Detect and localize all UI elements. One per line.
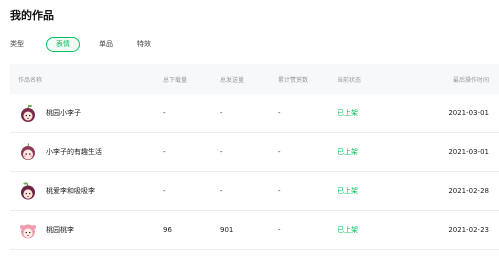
plum-girl-icon: [18, 103, 38, 123]
reward-count: -: [278, 148, 281, 156]
peach-girl-icon: [18, 220, 38, 240]
status-badge: 已上架: [337, 187, 358, 195]
reward-count: -: [278, 187, 281, 195]
last-op-time: 2021-02-28: [448, 187, 489, 195]
work-name[interactable]: 桃园桃李: [46, 225, 74, 235]
type-filter: 类型 表情 单品 特效: [10, 36, 170, 52]
work-name[interactable]: 桃爱李和吸吸李: [46, 186, 95, 196]
works-table: 作品名称 总下载量 总发送量 累计赞赏数 当前状态 最后操作时间 桃园小李子 -…: [10, 64, 499, 250]
table-row[interactable]: 桃爱李和吸吸李 - - - 已上架 2021-02-28: [10, 172, 499, 211]
status-badge: 已上架: [337, 226, 358, 234]
table-row[interactable]: 桃园小李子 - - - 已上架 2021-03-01: [10, 94, 499, 133]
send-count: -: [220, 109, 223, 117]
header-time: 最后操作时间: [452, 76, 489, 84]
page-title: 我的作品: [10, 9, 54, 22]
status-badge: 已上架: [337, 109, 358, 117]
download-count: -: [163, 148, 166, 156]
plum-girl-icon: [18, 142, 38, 162]
header-sends: 总发送量: [220, 76, 245, 84]
send-count: -: [220, 187, 223, 195]
type-filter-label: 类型: [10, 40, 24, 48]
plum-girl-icon: [18, 181, 38, 201]
tab-effects[interactable]: 特效: [132, 38, 156, 51]
last-op-time: 2021-03-01: [448, 109, 489, 117]
send-count: 901: [220, 226, 234, 234]
tab-stickers[interactable]: 表情: [46, 36, 80, 52]
last-op-time: 2021-02-23: [448, 226, 489, 234]
download-count: -: [163, 109, 166, 117]
header-downloads: 总下载量: [163, 76, 188, 84]
send-count: -: [220, 148, 223, 156]
header-name: 作品名称: [18, 76, 43, 84]
work-name[interactable]: 小李子的有趣生活: [46, 147, 102, 157]
download-count: 96: [163, 226, 172, 234]
header-status: 当前状态: [337, 76, 362, 84]
tab-items[interactable]: 单品: [94, 38, 118, 51]
table-header: 作品名称 总下载量 总发送量 累计赞赏数 当前状态 最后操作时间: [10, 64, 499, 94]
reward-count: -: [278, 109, 281, 117]
table-row[interactable]: 小李子的有趣生活 - - - 已上架 2021-03-01: [10, 133, 499, 172]
header-rewards: 累计赞赏数: [278, 76, 309, 84]
last-op-time: 2021-03-01: [448, 148, 489, 156]
status-badge: 已上架: [337, 148, 358, 156]
work-name[interactable]: 桃园小李子: [46, 108, 81, 118]
reward-count: -: [278, 226, 281, 234]
table-row[interactable]: 桃园桃李 96 901 - 已上架 2021-02-23: [10, 211, 499, 250]
download-count: -: [163, 187, 166, 195]
